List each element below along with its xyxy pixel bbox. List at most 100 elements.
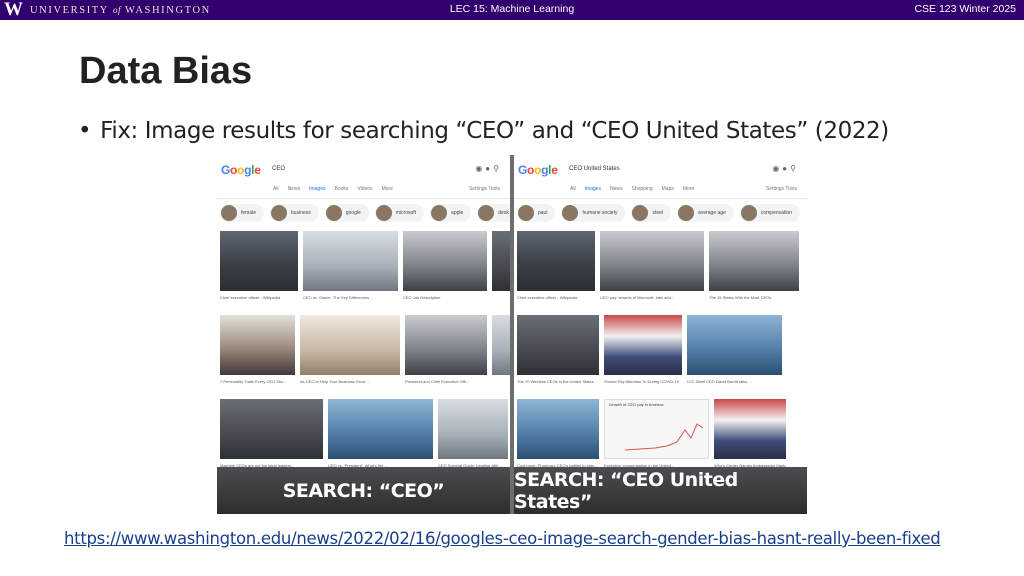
image-result xyxy=(604,315,682,375)
google-header: Google CEO ◉●⚲ All News Images Books Vid… xyxy=(217,155,510,199)
image-result xyxy=(600,231,704,291)
image-result xyxy=(328,399,433,459)
chip-thumbnail xyxy=(478,205,495,221)
chip: paul xyxy=(517,204,556,222)
search-tabs: All Images News Shopping Maps More xyxy=(570,186,694,192)
tab-news: News xyxy=(287,186,301,192)
tab-all: All xyxy=(570,186,576,192)
bullet-item: • Fix: Image results for searching “CEO” … xyxy=(78,118,889,144)
slide-title: Data Bias xyxy=(79,50,253,92)
image-row xyxy=(220,231,510,291)
search-tabs: All News Images Books Videos More xyxy=(273,186,393,192)
course-label: CSE 123 Winter 2025 xyxy=(914,3,1016,15)
source-link[interactable]: https://www.washington.edu/news/2022/02/… xyxy=(64,529,941,548)
image-result xyxy=(438,399,508,459)
image-result xyxy=(220,231,298,291)
tab-shopping: Shopping xyxy=(631,186,653,192)
image-caption: President and Chief Executive Offi... xyxy=(405,379,470,384)
chip-thumbnail xyxy=(325,205,342,221)
chip-thumbnail xyxy=(518,205,534,221)
chip-thumbnail xyxy=(271,205,288,221)
tab-more: More xyxy=(682,186,695,192)
chip-thumbnail xyxy=(740,205,757,221)
google-logo: Google xyxy=(221,163,261,177)
chip-thumbnail xyxy=(678,205,695,221)
image-caption: CEO vs. Owner: The Key Differences ... xyxy=(303,295,374,300)
top-bar: W UNIVERSITY of WASHINGTON LEC 15: Machine… xyxy=(0,0,1024,20)
chip: business xyxy=(270,204,319,222)
search-results-comparison-image: Google CEO ◉●⚲ All News Images Books Vid… xyxy=(217,155,807,514)
image-caption: 7 Personality Traits Every CEO Sho... xyxy=(220,379,287,384)
chip: google xyxy=(324,204,369,222)
search-banner-ceo: SEARCH: “CEO” xyxy=(217,467,510,514)
tab-images: Images xyxy=(584,186,601,192)
tab-images: Images xyxy=(309,186,326,192)
chip-thumbnail xyxy=(562,205,579,221)
image-caption: Chief executive officer - Wikipedia xyxy=(220,295,281,300)
search-tools: Settings Tools xyxy=(468,186,500,192)
chip: female xyxy=(220,204,265,222)
right-search-panel: Google CEO United States ◉●⚲ All Images … xyxy=(514,155,807,514)
search-icons: ◉●⚲ xyxy=(475,164,502,173)
image-row xyxy=(517,231,799,291)
search-banner-ceo-united-states: SEARCH: “CEO United States” xyxy=(514,467,807,514)
image-result xyxy=(517,399,599,459)
tab-maps: Maps xyxy=(661,186,674,192)
image-result xyxy=(709,231,799,291)
search-icons: ◉●⚲ xyxy=(772,164,799,173)
chip-thumbnail xyxy=(431,205,448,221)
image-caption: Should Pay Attention To During COVID-19 xyxy=(604,379,679,384)
image-caption: The 20 Wireless CEOs in the United State… xyxy=(517,379,594,384)
chip-thumbnail xyxy=(375,205,392,221)
chip: desk xyxy=(477,204,510,222)
lecture-title: LEC 15: Machine Learning xyxy=(449,3,575,15)
tab-news: News xyxy=(609,186,623,192)
chip-thumbnail xyxy=(632,205,649,221)
chip: apple xyxy=(430,204,472,222)
left-search-panel: Google CEO ◉●⚲ All News Images Books Vid… xyxy=(217,155,510,514)
image-result xyxy=(714,399,786,459)
image-result xyxy=(300,315,400,375)
image-result xyxy=(517,231,595,291)
chip: compensation xyxy=(739,204,800,222)
image-result xyxy=(517,315,599,375)
image-result xyxy=(687,315,782,375)
chip: humane society xyxy=(561,204,626,222)
image-row: Growth of CEO pay in America xyxy=(517,399,786,459)
image-result xyxy=(220,315,295,375)
google-logo: Google xyxy=(518,163,558,177)
chart-thumbnail xyxy=(624,423,704,451)
image-result xyxy=(303,231,398,291)
image-caption: CEO Job Description xyxy=(403,295,441,300)
search-tools: Settings Tools xyxy=(765,186,797,192)
suggestion-chips: paul humane society steel average age co… xyxy=(514,202,807,224)
image-result xyxy=(492,231,510,291)
image-row xyxy=(517,315,782,375)
tab-videos: Videos xyxy=(357,186,373,192)
chip: steel xyxy=(631,204,672,222)
bullet-text: Fix: Image results for searching “CEO” a… xyxy=(100,118,889,144)
tab-books: Books xyxy=(334,186,349,192)
image-caption: As CEO to Help Your Business Grow ... xyxy=(300,379,370,384)
image-row xyxy=(220,399,508,459)
image-result xyxy=(492,315,510,375)
tab-more: More xyxy=(381,186,393,192)
chip: microsoft xyxy=(374,204,425,222)
image-result-chart: Growth of CEO pay in America xyxy=(604,399,709,459)
image-result xyxy=(403,231,487,291)
image-caption: The 15 States With the Most CEOs xyxy=(709,295,772,300)
search-query: CEO United States xyxy=(569,166,620,172)
tab-all: All xyxy=(273,186,279,192)
image-result xyxy=(220,399,323,459)
image-caption: CEO pay: tenants of Microsoft, Intel and… xyxy=(600,295,675,300)
chip-thumbnail xyxy=(221,205,237,221)
google-header: Google CEO United States ◉●⚲ All Images … xyxy=(514,155,807,199)
chip: average age xyxy=(677,204,734,222)
image-result xyxy=(405,315,487,375)
image-row xyxy=(220,315,510,375)
image-caption: U.S. Steel CEO David Burritt talks ... xyxy=(687,379,752,384)
image-caption: Chief executive officer - Wikipedia xyxy=(517,295,578,300)
search-query: CEO xyxy=(272,166,286,172)
bullet-dot: • xyxy=(78,118,92,144)
suggestion-chips: female business google microsoft apple d… xyxy=(217,202,510,224)
